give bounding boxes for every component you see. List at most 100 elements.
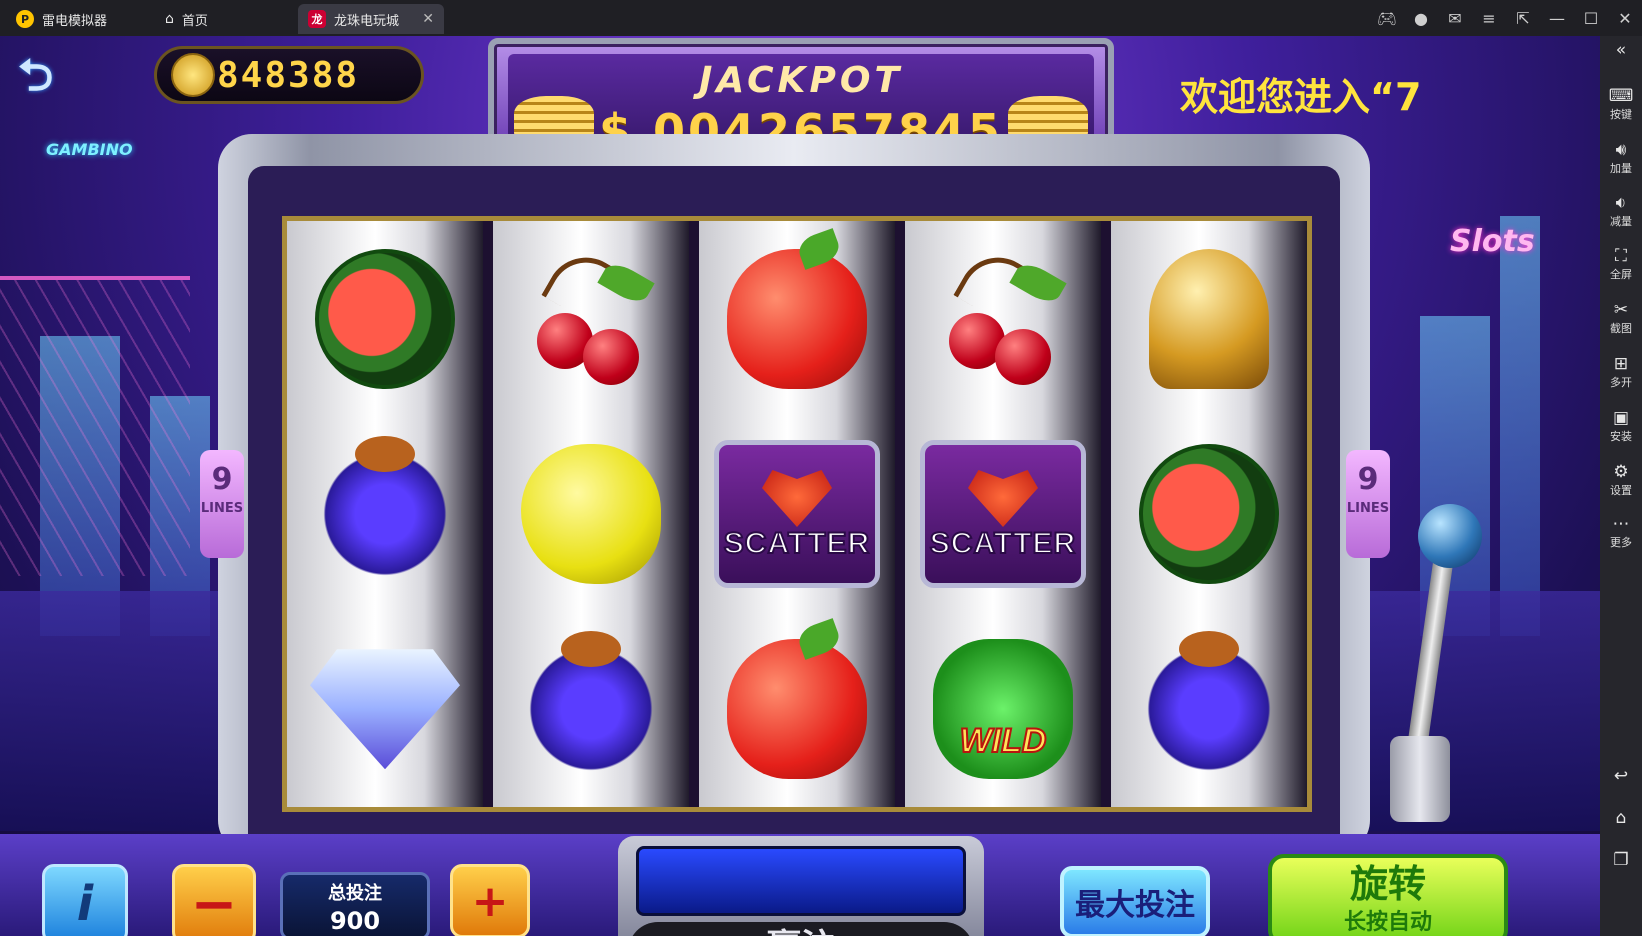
balance-display: 848388 [154, 46, 424, 104]
sidebar-item-settings[interactable]: ⚙ 设置 [1600, 462, 1642, 498]
coin-icon [171, 53, 215, 97]
reel-5 [1111, 221, 1307, 807]
minimize-icon[interactable]: — [1540, 9, 1574, 28]
diamond-icon [310, 649, 460, 770]
close-tab-icon[interactable]: ✕ [422, 11, 434, 27]
tab-game[interactable]: 龙 龙珠电玩城 ✕ [298, 4, 444, 34]
collapse-sidebar-icon[interactable]: « [1600, 40, 1642, 60]
sidebar-item-volume-up[interactable]: 🔊︎ 加量 [1600, 140, 1642, 176]
spin-button[interactable]: 旋转 长按自动 [1268, 854, 1508, 936]
total-bet-label: 总投注 [328, 883, 382, 904]
increase-bet-button[interactable]: + [450, 864, 530, 936]
reel-1 [287, 221, 483, 807]
slots-sign: Slots [1450, 224, 1535, 259]
spin-sublabel: 长按自动 [1343, 910, 1432, 935]
multi-open-icon: ⊞ [1613, 354, 1629, 374]
gamepad-icon[interactable]: 🎮︎ [1370, 9, 1404, 28]
volume-down-icon: 🔉︎ [1615, 193, 1627, 213]
win-label: 赢注 [628, 922, 974, 936]
home-icon: ⌂ [165, 11, 174, 27]
bridge-decoration [0, 276, 190, 576]
balance-value: 848388 [217, 54, 360, 96]
reel-window: SCATTER SCATTER WILD [282, 216, 1312, 812]
app-logo-tab[interactable]: P 雷电模拟器 [6, 4, 156, 34]
reel-cell [287, 221, 483, 416]
tab-home-label: 首页 [181, 13, 208, 29]
sidebar-item-volume-down[interactable]: 🔉︎ 减量 [1600, 193, 1642, 229]
apple-icon [727, 639, 867, 780]
info-button[interactable]: i [42, 864, 128, 936]
grapes-icon [1139, 639, 1279, 780]
reel-cell: SCATTER [699, 416, 895, 611]
lever-handle[interactable] [1418, 504, 1482, 568]
sidebar-item-keys[interactable]: ⌨ 按键 [1600, 86, 1642, 122]
apk-icon: ▣ [1612, 408, 1630, 428]
reel-cell [1111, 416, 1307, 611]
lines-badge-right: 9 LINES [1346, 450, 1390, 558]
sidebar-item-screenshot[interactable]: ✂ 截图 [1600, 300, 1642, 336]
reel-cell [1111, 221, 1307, 416]
scatter-icon: SCATTER [714, 439, 880, 588]
decrease-bet-button[interactable]: − [172, 864, 256, 936]
fullscreen-icon: ⛶ [1615, 246, 1627, 266]
reel-cell [493, 416, 689, 611]
reel-cell [699, 612, 895, 807]
city-tower-right [1500, 216, 1540, 636]
wild-clover-icon: WILD [933, 639, 1073, 780]
scissors-icon: ✂ [1613, 300, 1629, 320]
recent-icon[interactable]: ❐ [1600, 850, 1642, 870]
reel-cell [905, 221, 1101, 416]
cherry-icon [521, 242, 661, 389]
reel-cell [1111, 612, 1307, 807]
gear-icon: ⚙ [1613, 462, 1629, 482]
menu-icon[interactable]: ≡ [1472, 9, 1506, 28]
reel-2 [493, 221, 689, 807]
emulator-sidebar: « ⌨ 按键 🔊︎ 加量 🔉︎ 减量 ⛶ 全屏 ✂ 截图 ⊞ 多开 ▣ 安装 ⚙ 设置 ⋯ 更多 … [1600, 36, 1642, 936]
jackpot-title: JACKPOT [698, 60, 903, 101]
reel-cell [287, 416, 483, 611]
close-icon[interactable]: ✕ [1608, 9, 1642, 28]
reel-cell: WILD [905, 612, 1101, 807]
spin-label: 旋转 [1349, 862, 1426, 906]
game-tab-icon: 龙 [308, 10, 326, 28]
cherry-icon [933, 242, 1073, 389]
apple-icon [727, 248, 867, 389]
mail-icon[interactable]: ✉ [1438, 9, 1472, 28]
watermelon-icon [315, 248, 455, 389]
home-icon[interactable]: ⌂ [1600, 808, 1642, 828]
maximize-icon[interactable]: ☐ [1574, 9, 1608, 28]
tab-game-label: 龙珠电玩城 [334, 13, 400, 29]
reel-cell [493, 221, 689, 416]
sidebar-item-install[interactable]: ▣ 安装 [1600, 408, 1642, 444]
total-bet-panel: 总投注 900 [280, 872, 430, 936]
back-icon[interactable]: ↩ [1600, 766, 1642, 786]
volume-up-icon: 🔊︎ [1615, 140, 1627, 160]
window-controls: 🎮︎ ● ✉ ≡ ⇱ — ☐ ✕ [1370, 0, 1642, 36]
lemon-icon [521, 443, 661, 584]
user-icon[interactable]: ● [1404, 9, 1438, 28]
gambino-sign: GAMBINO [46, 140, 133, 159]
welcome-marquee: 欢迎您进入“7 [1180, 75, 1422, 119]
back-button[interactable]: ⮌ [18, 54, 90, 98]
export-icon[interactable]: ⇱ [1506, 9, 1540, 28]
reel-4: SCATTER WILD [905, 221, 1101, 807]
grapes-icon [315, 443, 455, 584]
lines-badge-left: 9 LINES [200, 450, 244, 558]
scatter-icon: SCATTER [920, 439, 1086, 588]
title-bar: P 雷电模拟器 ⌂ 首页 龙 龙珠电玩城 ✕ 🎮︎ ● ✉ ≡ ⇱ — ☐ ✕ [0, 0, 1642, 36]
watermelon-icon [1139, 443, 1279, 584]
max-bet-button[interactable]: 最大投注 [1060, 866, 1210, 936]
win-panel: 赢注 [618, 836, 984, 936]
total-bet-value: 900 [329, 907, 381, 935]
keyboard-icon: ⌨ [1608, 86, 1634, 106]
reel-cell [493, 612, 689, 807]
sidebar-item-fullscreen[interactable]: ⛶ 全屏 [1600, 246, 1642, 282]
reel-cell [287, 612, 483, 807]
ldplayer-logo-icon: P [16, 10, 34, 28]
sidebar-item-multi[interactable]: ⊞ 多开 [1600, 354, 1642, 390]
win-display [636, 846, 966, 916]
grapes-icon [521, 639, 661, 780]
sidebar-item-more[interactable]: ⋯ 更多 [1600, 514, 1642, 550]
tab-home[interactable]: ⌂ 首页 [155, 4, 295, 34]
reel-cell: SCATTER [905, 416, 1101, 611]
